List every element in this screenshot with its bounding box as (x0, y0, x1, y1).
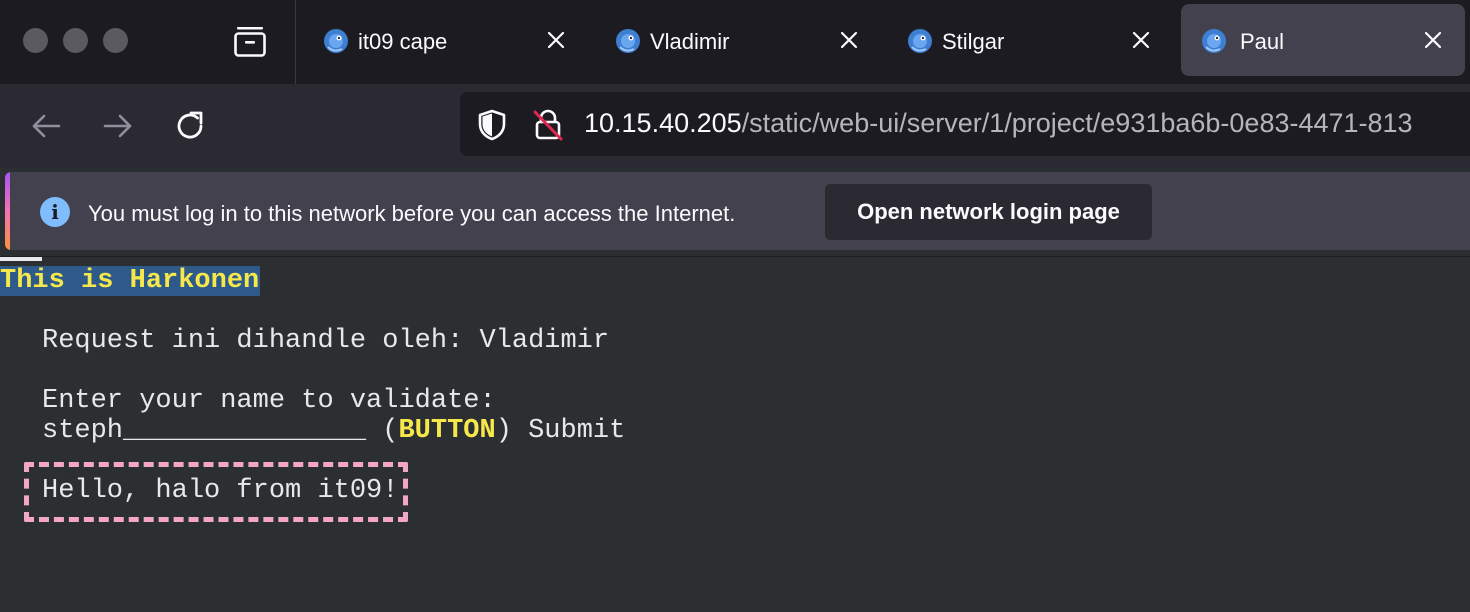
url-path: /static/web-ui/server/1/project/e931ba6b… (741, 108, 1413, 138)
tab-stilgar[interactable]: Stilgar (882, 4, 1166, 76)
tab-vladimir[interactable]: Vladimir (590, 4, 874, 76)
captive-portal-notification: i You must log in to this network before… (5, 172, 1470, 250)
tab-title: it09 cape (358, 29, 448, 54)
notification-accent (5, 172, 10, 250)
page-content: This is Harkonen Request ini dihandle ol… (0, 256, 1470, 612)
tab-title: Stilgar (942, 29, 1005, 54)
handler-line: Request ini dihandle oleh: Vladimir (42, 326, 610, 356)
tab-strip-divider (295, 0, 296, 84)
url-host: 10.15.40.205 (584, 108, 742, 138)
close-icon[interactable] (837, 28, 861, 52)
shield-icon[interactable] (475, 108, 509, 142)
name-form-row: steph_______________ (BUTTON) Submit (42, 416, 625, 446)
window-zoom-button[interactable] (103, 28, 128, 53)
chameleon-icon (908, 29, 932, 53)
open-network-login-button[interactable]: Open network login page (825, 184, 1152, 240)
title-underline (0, 257, 42, 261)
name-field[interactable]: steph_______________ (42, 416, 366, 446)
submit-button[interactable]: Submit (528, 416, 625, 446)
url-text[interactable]: 10.15.40.205/static/web-ui/server/1/proj… (584, 108, 1413, 139)
tab-paul[interactable]: Paul (1181, 4, 1465, 76)
forward-arrow-icon[interactable] (100, 108, 136, 144)
notification-message: You must log in to this network before y… (88, 201, 736, 226)
tab-title: Vladimir (650, 29, 730, 54)
address-bar[interactable]: 10.15.40.205/static/web-ui/server/1/proj… (460, 92, 1470, 156)
back-arrow-icon[interactable] (28, 108, 64, 144)
tab-it09-cape[interactable]: it09 cape (298, 4, 582, 76)
window-minimize-button[interactable] (63, 28, 88, 53)
button-tag: BUTTON (398, 416, 496, 446)
greeting-text: Hello, halo from it09! (42, 476, 399, 506)
button-open-paren: ( (366, 416, 399, 446)
close-icon[interactable] (1421, 28, 1445, 52)
navigation-toolbar: 10.15.40.205/static/web-ui/server/1/proj… (0, 84, 1470, 168)
validate-prompt: Enter your name to validate: (42, 386, 496, 416)
close-icon[interactable] (544, 28, 568, 52)
chameleon-icon (616, 29, 640, 53)
window-close-button[interactable] (23, 28, 48, 53)
chameleon-icon (1202, 29, 1226, 53)
insecure-lock-icon[interactable] (531, 108, 565, 142)
chameleon-icon (324, 29, 348, 53)
info-icon: i (40, 197, 70, 227)
tab-overview-icon[interactable] (232, 24, 268, 60)
close-icon[interactable] (1129, 28, 1153, 52)
button-close-paren: ) (495, 416, 529, 446)
tab-strip: it09 cape Vladimir Stilgar Paul (0, 0, 1470, 84)
page-title: This is Harkonen (0, 266, 261, 296)
reload-icon[interactable] (172, 108, 208, 144)
tab-title: Paul (1240, 29, 1285, 54)
